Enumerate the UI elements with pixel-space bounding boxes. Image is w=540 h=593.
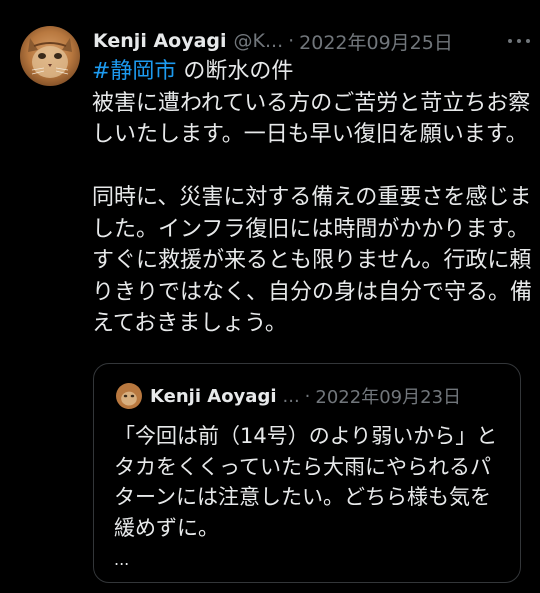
author-handle[interactable]: @K... xyxy=(234,30,284,52)
more-horizontal-icon[interactable] xyxy=(508,31,530,51)
tweet-body: #静岡市 の断水の件 被害に遭われている方のご苦労と苛立ちお察しいたします。一日… xyxy=(92,56,532,340)
quoted-tweet-text: 「今回は前（14号）のより弱いから」とタカをくくっていたら大雨にやられるパターン… xyxy=(114,421,509,576)
quoted-author-avatar xyxy=(116,383,142,409)
quoted-tweet-card[interactable]: Kenji Aoyagi ... · 2022年09月23日 「今回は前（14号… xyxy=(93,363,521,583)
hashtag-link[interactable]: #静岡市 xyxy=(92,59,176,84)
tweet-first-line: の断水の件 xyxy=(176,59,294,84)
tweet-header: Kenji Aoyagi @K... · 2022年09月25日 xyxy=(93,27,526,55)
tweet-text: 被害に遭われている方のご苦労と苛立ちお察しいたします。一日も早い復旧を願います。… xyxy=(92,90,533,337)
header-separator: · xyxy=(288,30,295,52)
quoted-name-ellipsis: ... xyxy=(282,385,300,407)
quoted-author-name: Kenji Aoyagi xyxy=(150,385,277,407)
tweet-date[interactable]: 2022年09月25日 xyxy=(299,28,453,55)
author-name[interactable]: Kenji Aoyagi xyxy=(93,30,227,52)
quoted-text-truncation: ... xyxy=(114,550,130,569)
author-avatar[interactable] xyxy=(20,26,80,86)
quoted-tweet-date: 2022年09月23日 xyxy=(315,387,462,408)
quoted-tweet-header: Kenji Aoyagi ... · 2022年09月23日 xyxy=(150,383,508,409)
quoted-text-body: 「今回は前（14号）のより弱いから」とタカをくくっていたら大雨にやられるパターン… xyxy=(114,424,498,540)
quoted-header-separator: · xyxy=(304,385,311,407)
